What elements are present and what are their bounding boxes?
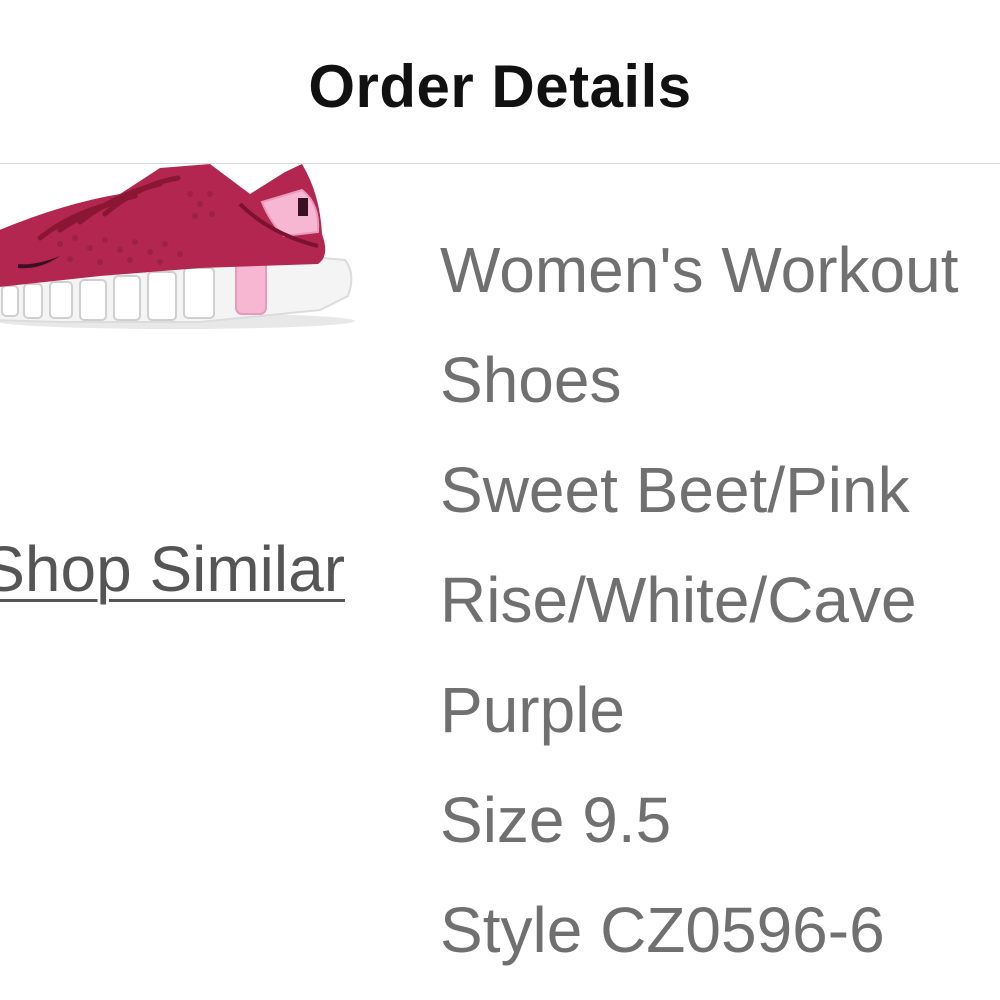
product-name-line-1: Women's Workout bbox=[440, 234, 959, 306]
product-size: Size 9.5 bbox=[440, 784, 672, 856]
page-title: Order Details bbox=[308, 53, 692, 120]
product-name-line-2: Shoes bbox=[440, 344, 622, 416]
product-details: Women's Workout Shoes Sweet Beet/Pink Ri… bbox=[440, 230, 1000, 1000]
shop-similar-link[interactable]: Shop Similar bbox=[0, 532, 345, 606]
product-color-line-3: Purple bbox=[440, 674, 625, 746]
product-color-line-2: Rise/White/Cave bbox=[440, 564, 917, 636]
product-color-line-1: Sweet Beet/Pink bbox=[440, 454, 910, 526]
product-style: Style CZ0596-6 bbox=[440, 894, 885, 966]
order-details-page: Order Details Shop Similar Women's Worko… bbox=[0, 0, 1000, 1000]
sneaker-icon bbox=[0, 164, 355, 329]
header: Order Details bbox=[0, 0, 1000, 164]
product-image[interactable] bbox=[0, 164, 360, 334]
